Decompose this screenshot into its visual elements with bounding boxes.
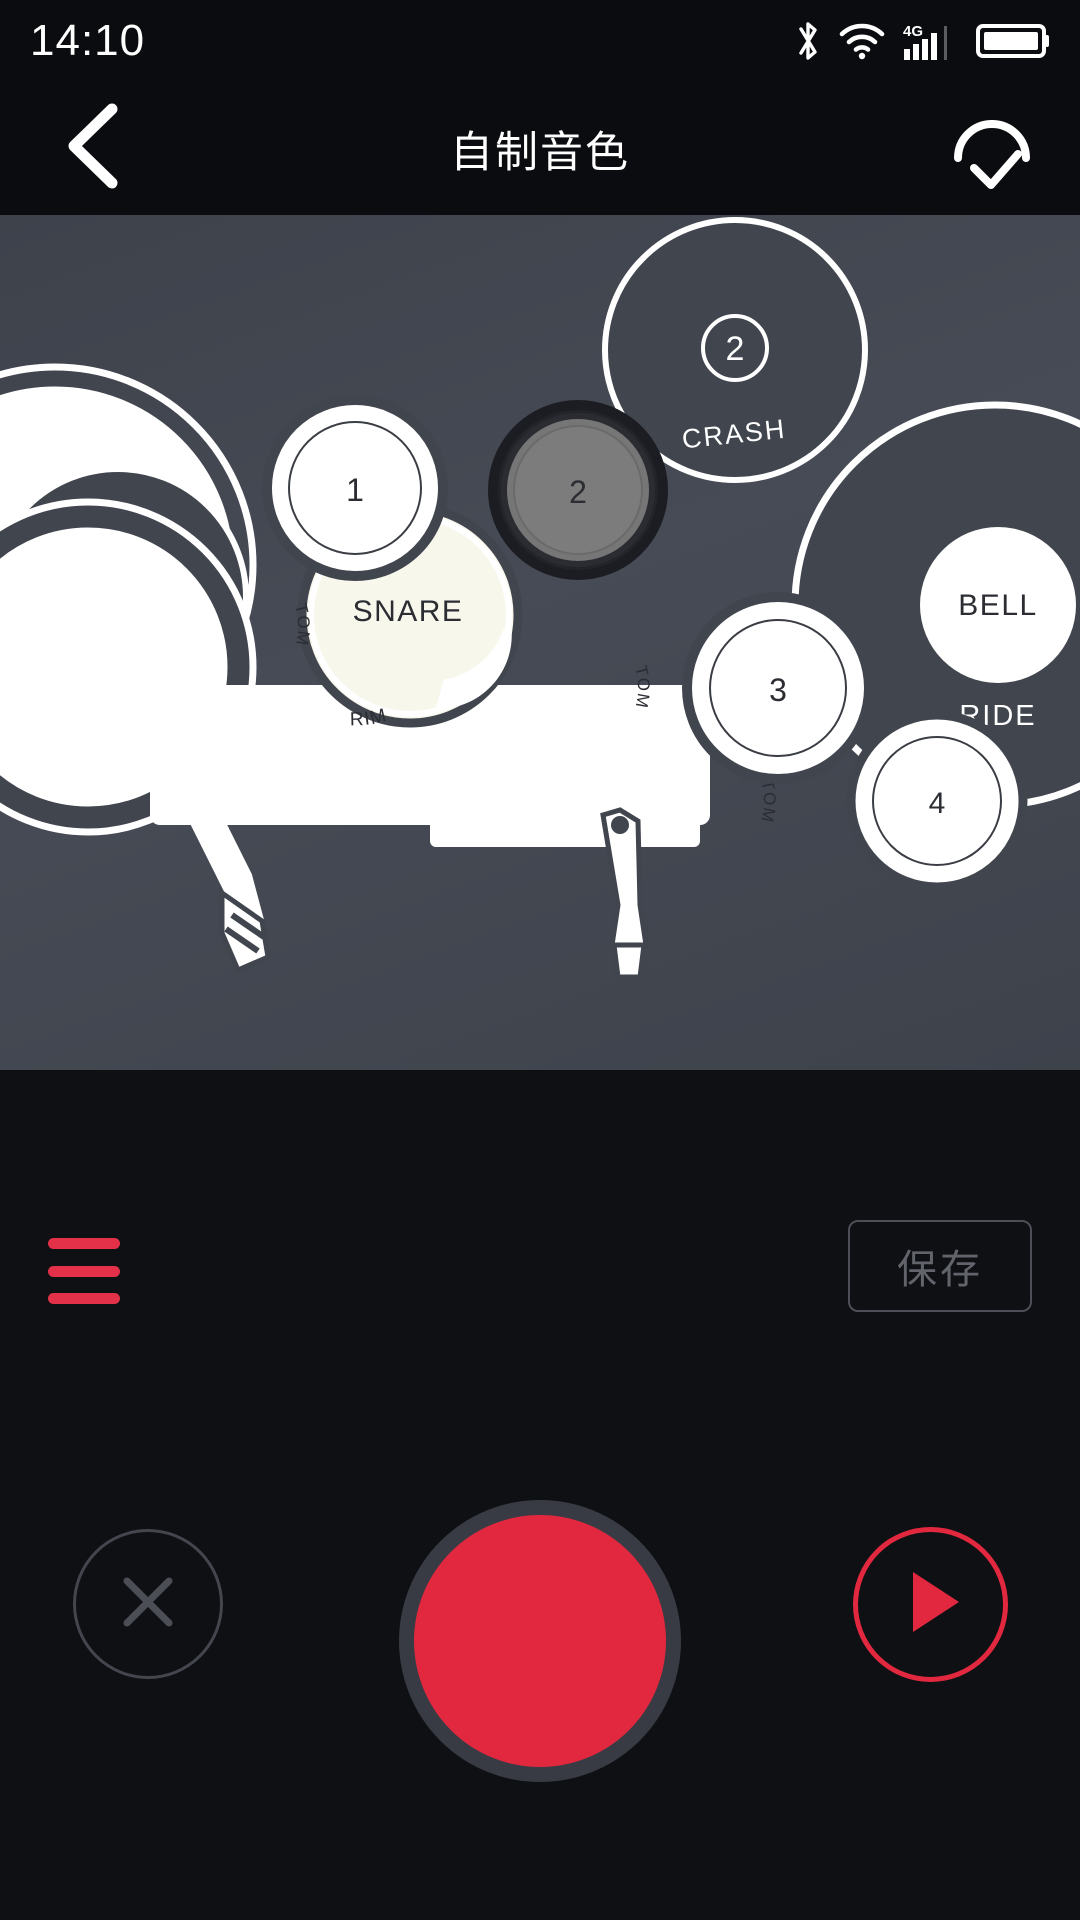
page-title: 自制音色 xyxy=(450,128,630,177)
drum-kit-graphic[interactable]: HH OPEN 1 CRASH HH CLOSED xyxy=(0,215,1080,1070)
close-x-icon xyxy=(109,1563,187,1646)
back-chevron-icon xyxy=(58,103,128,194)
signal-4g-icon: 4G xyxy=(902,19,960,63)
title-bar: 自制音色 xyxy=(0,82,1080,215)
play-triangle-icon xyxy=(893,1562,969,1647)
save-button[interactable]: 保存 xyxy=(848,1220,1032,1312)
drum-kit-stage[interactable]: HH OPEN 1 CRASH HH CLOSED xyxy=(0,215,1080,1070)
controls-panel: 保存 xyxy=(0,1070,1080,1920)
pad-label-tom-1: TOM xyxy=(291,601,313,647)
pad-label-bell: BELL xyxy=(958,589,1037,622)
pad-number-crash-2: 2 xyxy=(726,330,745,368)
battery-icon xyxy=(976,21,1050,61)
network-type-label: 4G xyxy=(903,23,923,40)
cancel-button[interactable] xyxy=(73,1529,223,1679)
menu-line-2 xyxy=(48,1265,120,1277)
pad-number-tom-1: 1 xyxy=(346,472,364,508)
play-button[interactable] xyxy=(853,1527,1008,1682)
status-icons: 4G xyxy=(794,18,1050,64)
bass-drum-base xyxy=(430,805,700,847)
back-button[interactable] xyxy=(48,103,138,194)
toolbar-row: 保存 xyxy=(0,1220,1080,1330)
hamburger-menu-icon[interactable] xyxy=(48,1238,120,1304)
menu-line-3 xyxy=(48,1293,120,1304)
pad-label-snare: SNARE xyxy=(353,595,464,628)
snare-stand xyxy=(600,807,649,980)
transport-controls xyxy=(0,1500,1080,1782)
wifi-icon xyxy=(838,21,886,61)
status-bar: 14:10 4G xyxy=(0,0,1080,82)
status-clock: 14:10 xyxy=(30,16,146,65)
app-root: 14:10 4G 自制音色 HH C BELL RIDE 2 CRASH 4 T… xyxy=(0,0,1080,1920)
pad-label-tom-4: TOM xyxy=(757,778,779,825)
pad-number-tom-4: 4 xyxy=(929,787,946,820)
menu-line-1 xyxy=(48,1238,120,1249)
bluetooth-icon xyxy=(794,18,822,64)
confirm-check-icon xyxy=(942,96,1042,201)
pad-number-tom-2: 2 xyxy=(569,474,587,510)
pad-number-tom-3: 3 xyxy=(769,672,787,708)
record-button[interactable] xyxy=(399,1500,681,1782)
confirm-button[interactable] xyxy=(940,97,1044,201)
pad-label-tom-3: TOM xyxy=(631,664,653,711)
